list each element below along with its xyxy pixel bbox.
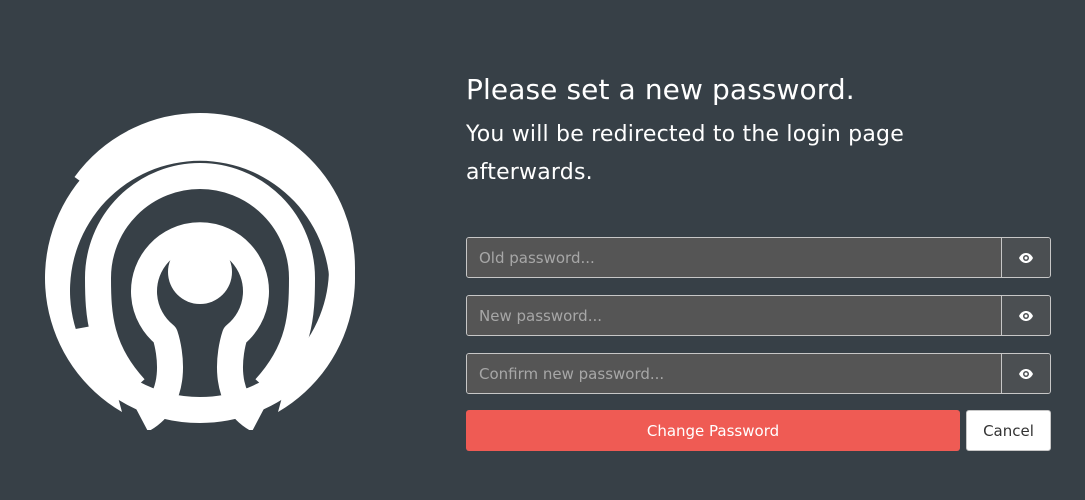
- toggle-confirm-password-button[interactable]: [1001, 354, 1050, 393]
- eye-icon: [1019, 252, 1033, 263]
- confirm-password-input[interactable]: [467, 354, 1001, 393]
- old-password-field: [466, 237, 1051, 278]
- confirm-password-field: [466, 353, 1051, 394]
- eye-icon: [1019, 368, 1033, 379]
- page-subtitle: You will be redirected to the login page…: [466, 122, 904, 185]
- toggle-new-password-button[interactable]: [1001, 296, 1050, 335]
- login-change-password-page: Please set a new password. You will be r…: [0, 0, 1085, 500]
- old-password-input[interactable]: [467, 238, 1001, 277]
- cancel-button[interactable]: Cancel: [966, 410, 1051, 451]
- new-password-field: [466, 295, 1051, 336]
- page-title: Please set a new password.: [466, 73, 855, 106]
- heading-block: Please set a new password. You will be r…: [466, 70, 1052, 192]
- change-password-button[interactable]: Change Password: [466, 410, 960, 451]
- toggle-old-password-button[interactable]: [1001, 238, 1050, 277]
- ceph-logo: [45, 113, 355, 430]
- eye-icon: [1019, 310, 1033, 321]
- new-password-input[interactable]: [467, 296, 1001, 335]
